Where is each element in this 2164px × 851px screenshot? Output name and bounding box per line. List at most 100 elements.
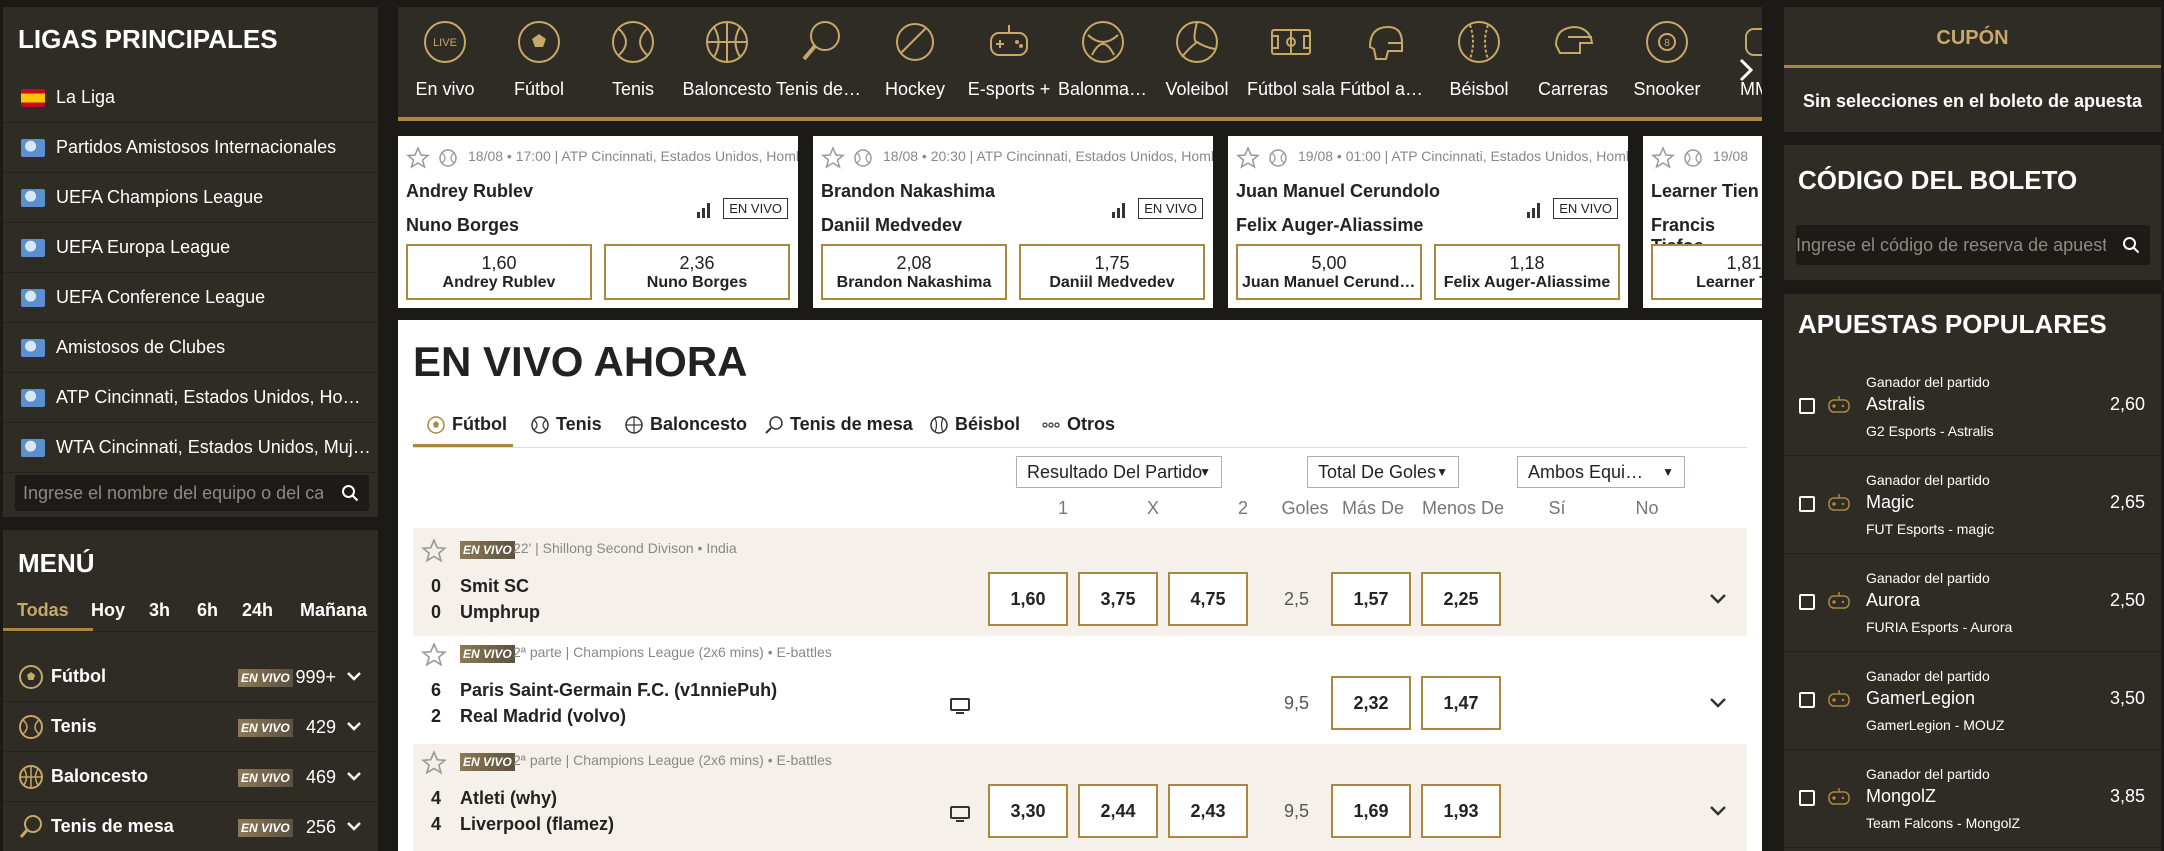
odds-button[interactable]: 1,81 Learner Tien	[1651, 244, 1762, 300]
search-icon[interactable]	[2122, 236, 2140, 254]
popular-bet-item[interactable]: Ganador del partido Aurora FURIA Esports…	[1784, 554, 2161, 652]
chevron-right-icon[interactable]	[1736, 57, 1756, 83]
search-icon[interactable]	[341, 484, 359, 502]
tab-live[interactable]: LIVE En vivo	[398, 7, 492, 117]
star-icon[interactable]	[821, 146, 845, 170]
star-icon[interactable]	[1236, 146, 1260, 170]
popular-bet-item[interactable]: Ganador del partido MongolZ Team Falcons…	[1784, 750, 2161, 848]
odds-button-under[interactable]: 2,25	[1421, 572, 1501, 626]
ticket-code-input[interactable]	[1796, 225, 2106, 265]
time-filter-3h[interactable]: 3h	[149, 600, 170, 621]
featured-match-card[interactable]: 19/08 • 01:00 | ATP Cincinnati, Estados …	[1228, 136, 1628, 308]
featured-match-card[interactable]: 19/08 Learner Tien Francis Tiafoe 1,81 L…	[1643, 136, 1762, 308]
star-icon[interactable]	[421, 538, 447, 564]
tab-table-tennis[interactable]: Tenis de mesa	[774, 7, 868, 117]
tab-futsal[interactable]: Fútbol sala	[1244, 7, 1338, 117]
market-dropdown-result[interactable]: Resultado Del Partido ▼	[1016, 456, 1222, 488]
time-filter-tomorrow[interactable]: Mañana	[300, 600, 367, 621]
chevron-down-icon[interactable]	[1709, 805, 1727, 817]
bet-checkbox[interactable]	[1799, 594, 1815, 610]
featured-match-card[interactable]: 18/08 • 17:00 | ATP Cincinnati, Estados …	[398, 136, 798, 308]
market-dropdown-btts[interactable]: Ambos Equipos Marcan ▼	[1517, 456, 1685, 488]
odds-button-x[interactable]: 3,75	[1078, 572, 1158, 626]
odds-button[interactable]: 2,36 Nuno Borges	[604, 244, 790, 300]
popular-bet-item[interactable]: Ganador del partido Astralis G2 Esports …	[1784, 358, 2161, 456]
live-tab-football[interactable]: Fútbol	[426, 414, 507, 435]
time-filter-24h[interactable]: 24h	[242, 600, 273, 621]
tab-american-football[interactable]: Fútbol americano	[1338, 7, 1432, 117]
event-row[interactable]: EN VIVO 2ª parte | Champions League (2x6…	[413, 744, 1747, 851]
chevron-down-icon[interactable]	[346, 670, 362, 682]
tab-tennis[interactable]: Tenis	[586, 7, 680, 117]
stats-icon[interactable]	[696, 202, 712, 218]
event-row[interactable]: EN VIVO 2ª parte | Champions League (2x6…	[413, 636, 1747, 744]
league-item-wta-cincinnati[interactable]: WTA Cincinnati, Estados Unidos, Mujeres …	[3, 423, 378, 473]
menu-sport-basketball[interactable]: Baloncesto EN VIVO 469	[3, 752, 378, 802]
time-filter-6h[interactable]: 6h	[197, 600, 218, 621]
star-icon[interactable]	[421, 642, 447, 668]
league-item-club-friendlies[interactable]: Amistosos de Clubes	[3, 323, 378, 373]
league-item-ucl[interactable]: UEFA Champions League	[3, 173, 378, 223]
star-icon[interactable]	[1651, 146, 1675, 170]
odds-button-2[interactable]: 2,43	[1168, 784, 1248, 838]
time-filter-today[interactable]: Hoy	[91, 600, 125, 621]
odds-button-1[interactable]: 3,30	[988, 784, 1068, 838]
menu-sport-table-tennis[interactable]: Tenis de mesa EN VIVO 256	[3, 802, 378, 851]
tab-handball[interactable]: Balonmano	[1056, 7, 1150, 117]
bet-checkbox[interactable]	[1799, 692, 1815, 708]
live-tab-basketball[interactable]: Baloncesto	[624, 414, 747, 435]
bet-checkbox[interactable]	[1799, 496, 1815, 512]
odds-button[interactable]: 2,08 Brandon Nakashima	[821, 244, 1007, 300]
league-item-uecl[interactable]: UEFA Conference League	[3, 273, 378, 323]
stats-icon[interactable]	[1111, 202, 1127, 218]
menu-sport-football[interactable]: Fútbol EN VIVO 999+	[3, 652, 378, 702]
odds-button-under[interactable]: 1,47	[1421, 676, 1501, 730]
chevron-down-icon[interactable]	[1709, 697, 1727, 709]
odds-button-under[interactable]: 1,93	[1421, 784, 1501, 838]
market-dropdown-total-goals[interactable]: Total De Goles ▼	[1307, 456, 1459, 488]
odds-button-over[interactable]: 1,57	[1331, 572, 1411, 626]
chevron-down-icon[interactable]	[1709, 593, 1727, 605]
league-item-friendlies[interactable]: Partidos Amistosos Internacionales	[3, 123, 378, 173]
featured-match-card[interactable]: 18/08 • 20:30 | ATP Cincinnati, Estados …	[813, 136, 1213, 308]
odds-button-2[interactable]: 4,75	[1168, 572, 1248, 626]
tab-basketball[interactable]: Baloncesto	[680, 7, 774, 117]
chevron-down-icon[interactable]	[346, 720, 362, 732]
event-row[interactable]: EN VIVO 22' | Shillong Second Divison • …	[413, 528, 1747, 636]
tv-icon[interactable]	[950, 806, 970, 822]
tab-racing[interactable]: Carreras	[1526, 7, 1620, 117]
popular-bet-item[interactable]: Ganador del partido Magic FUT Esports - …	[1784, 456, 2161, 554]
tab-baseball[interactable]: Béisbol	[1432, 7, 1526, 117]
star-icon[interactable]	[406, 146, 430, 170]
live-tab-others[interactable]: Otros	[1041, 414, 1115, 435]
odds-button-1[interactable]: 1,60	[988, 572, 1068, 626]
bet-checkbox[interactable]	[1799, 398, 1815, 414]
tab-volleyball[interactable]: Voleibol	[1150, 7, 1244, 117]
league-item-atp-cincinnati[interactable]: ATP Cincinnati, Estados Unidos, Hombres …	[3, 373, 378, 423]
odds-button-over[interactable]: 1,69	[1331, 784, 1411, 838]
odds-button-x[interactable]: 2,44	[1078, 784, 1158, 838]
odds-button[interactable]: 1,75 Daniil Medvedev	[1019, 244, 1205, 300]
odds-button[interactable]: 1,60 Andrey Rublev	[406, 244, 592, 300]
chevron-down-icon[interactable]	[346, 770, 362, 782]
stats-icon[interactable]	[1526, 202, 1542, 218]
bet-checkbox[interactable]	[1799, 790, 1815, 806]
odds-button[interactable]: 1,18 Felix Auger-Aliassime	[1434, 244, 1620, 300]
league-search-input[interactable]	[23, 475, 323, 511]
tab-hockey[interactable]: Hockey	[868, 7, 962, 117]
time-filter-all[interactable]: Todas	[17, 600, 69, 621]
tv-icon[interactable]	[950, 698, 970, 714]
menu-sport-tennis[interactable]: Tenis EN VIVO 429	[3, 702, 378, 752]
league-item-uel[interactable]: UEFA Europa League	[3, 223, 378, 273]
odds-button-over[interactable]: 2,32	[1331, 676, 1411, 730]
live-tab-baseball[interactable]: Béisbol	[929, 414, 1020, 435]
odds-button[interactable]: 5,00 Juan Manuel Cerundolo	[1236, 244, 1422, 300]
tab-snooker[interactable]: 8 Snooker	[1620, 7, 1714, 117]
league-item-la-liga[interactable]: La Liga	[3, 73, 378, 123]
live-tab-tennis[interactable]: Tenis	[530, 414, 602, 435]
tab-football[interactable]: Fútbol	[492, 7, 586, 117]
chevron-down-icon[interactable]	[346, 820, 362, 832]
live-tab-table-tennis[interactable]: Tenis de mesa	[764, 414, 913, 435]
tab-esports[interactable]: E-sports +	[962, 7, 1056, 117]
star-icon[interactable]	[421, 750, 447, 776]
